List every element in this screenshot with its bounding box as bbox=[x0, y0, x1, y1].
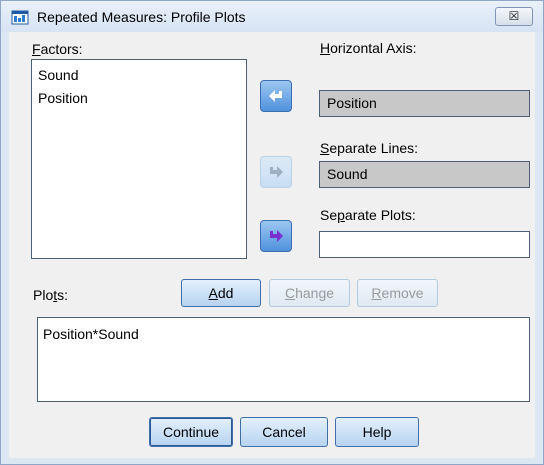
factors-label: Factors: bbox=[32, 41, 83, 57]
dialog-body: Factors: Sound Position Horizontal Axis:… bbox=[9, 32, 535, 458]
horizontal-axis-field[interactable]: Position bbox=[319, 90, 530, 117]
horizontal-axis-value: Position bbox=[327, 95, 377, 111]
factors-list[interactable]: Sound Position bbox=[31, 59, 247, 259]
close-icon: ☒ bbox=[508, 9, 520, 23]
list-item[interactable]: Sound bbox=[38, 67, 78, 83]
separate-lines-field[interactable]: Sound bbox=[319, 161, 530, 188]
plots-label: Plots: bbox=[33, 287, 69, 303]
profile-plots-dialog: Repeated Measures: Profile Plots ☒ Facto… bbox=[0, 0, 544, 465]
add-button[interactable]: Add bbox=[181, 279, 261, 307]
separate-lines-value: Sound bbox=[327, 166, 368, 182]
list-item[interactable]: Position bbox=[38, 90, 88, 106]
continue-button[interactable]: Continue bbox=[149, 417, 233, 447]
remove-button[interactable]: Remove bbox=[357, 279, 438, 307]
separate-plots-label: Separate Plots: bbox=[320, 207, 416, 223]
plots-list[interactable]: Position*Sound bbox=[37, 317, 530, 402]
separate-lines-label: Separate Lines: bbox=[320, 140, 419, 156]
app-icon bbox=[11, 10, 29, 25]
separate-plots-field[interactable] bbox=[319, 231, 530, 258]
arrow-left-icon bbox=[269, 90, 282, 102]
cancel-button[interactable]: Cancel bbox=[240, 417, 328, 447]
window-title: Repeated Measures: Profile Plots bbox=[37, 9, 246, 25]
list-item[interactable]: Position*Sound bbox=[43, 326, 139, 342]
arrow-right-icon bbox=[270, 166, 283, 178]
horizontal-axis-label: Horizontal Axis: bbox=[320, 40, 417, 56]
change-button[interactable]: Change bbox=[269, 279, 350, 307]
move-to-horizontal-axis-button[interactable] bbox=[260, 80, 292, 112]
close-button[interactable]: ☒ bbox=[495, 7, 533, 26]
help-button[interactable]: Help bbox=[335, 417, 419, 447]
move-to-separate-plots-button[interactable] bbox=[260, 220, 292, 252]
arrow-right-icon bbox=[270, 230, 283, 242]
move-to-separate-lines-button[interactable] bbox=[260, 156, 292, 188]
title-bar: Repeated Measures: Profile Plots ☒ bbox=[1, 1, 543, 32]
